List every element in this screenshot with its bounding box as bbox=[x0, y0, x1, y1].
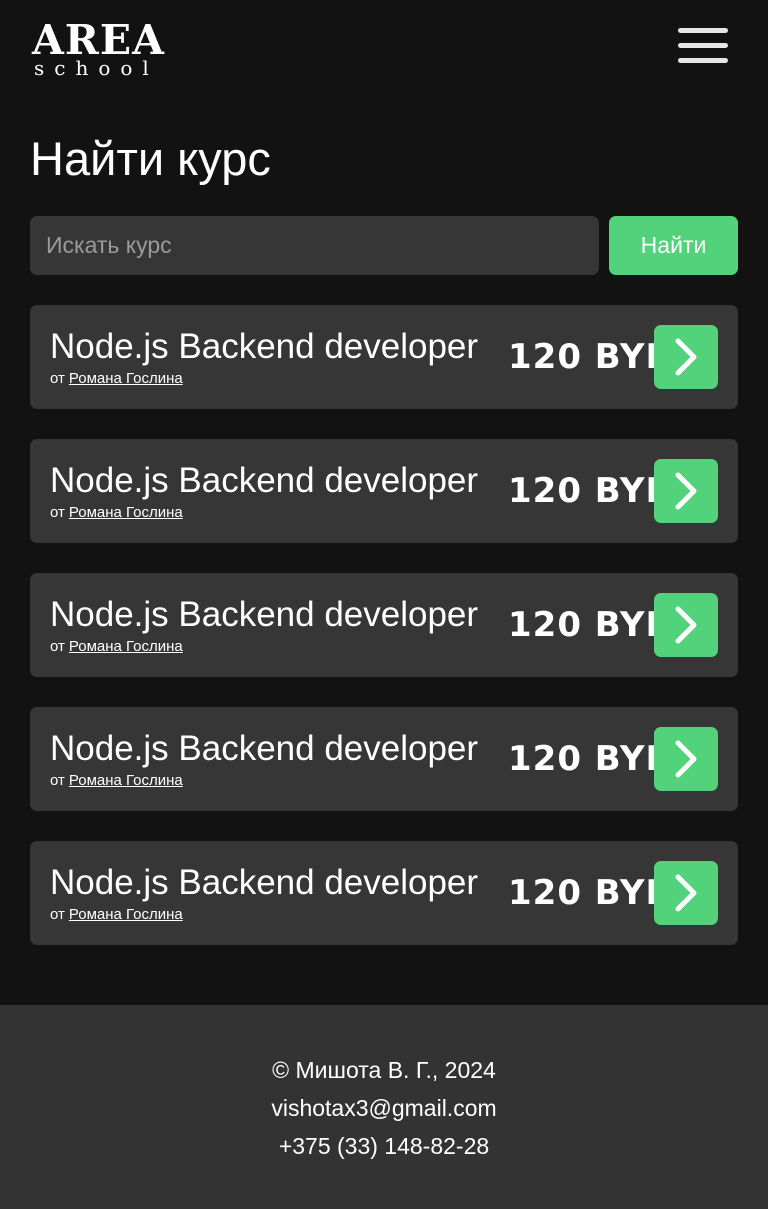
chevron-right-icon bbox=[675, 338, 697, 376]
course-card[interactable]: Node.js Backend developer от Романа Госли… bbox=[30, 439, 738, 543]
course-price: 120 BYN bbox=[508, 739, 675, 779]
course-price: 120 BYN bbox=[508, 471, 675, 511]
chevron-right-icon bbox=[675, 472, 697, 510]
footer-phone[interactable]: +375 (33) 148-82-28 bbox=[0, 1131, 768, 1161]
course-author-prefix: от bbox=[50, 906, 65, 923]
course-card[interactable]: Node.js Backend developer от Романа Госли… bbox=[30, 841, 738, 945]
logo[interactable]: AREA school bbox=[32, 16, 165, 80]
course-author-prefix: от bbox=[50, 370, 65, 387]
footer-email[interactable]: vishotax3@gmail.com bbox=[0, 1093, 768, 1123]
course-card[interactable]: Node.js Backend developer от Романа Госли… bbox=[30, 707, 738, 811]
course-author-link[interactable]: Романа Гослина bbox=[69, 772, 183, 789]
logo-sub-text: school bbox=[34, 56, 159, 80]
course-open-button[interactable] bbox=[654, 593, 718, 657]
logo-main-text: AREA bbox=[32, 16, 165, 64]
course-author: от Романа Гослина bbox=[50, 772, 183, 790]
menu-bar bbox=[678, 28, 728, 33]
course-author-link[interactable]: Романа Гослина bbox=[69, 504, 183, 521]
course-card[interactable]: Node.js Backend developer от Романа Госли… bbox=[30, 305, 738, 409]
course-author-prefix: от bbox=[50, 772, 65, 789]
page-title: Найти курс bbox=[30, 132, 271, 185]
course-author-prefix: от bbox=[50, 504, 65, 521]
course-list: Node.js Backend developer от Романа Госли… bbox=[30, 305, 738, 975]
course-author-link[interactable]: Романа Гослина bbox=[69, 638, 183, 655]
menu-bar bbox=[678, 58, 728, 63]
chevron-right-icon bbox=[675, 874, 697, 912]
course-title: Node.js Backend developer bbox=[50, 327, 479, 366]
course-title: Node.js Backend developer bbox=[50, 729, 479, 768]
course-title: Node.js Backend developer bbox=[50, 461, 479, 500]
course-author: от Романа Гослина bbox=[50, 504, 183, 522]
course-open-button[interactable] bbox=[654, 727, 718, 791]
course-price: 120 BYN bbox=[508, 605, 675, 645]
header: AREA school bbox=[0, 0, 768, 100]
search-input[interactable] bbox=[30, 216, 599, 275]
course-author-link[interactable]: Романа Гослина bbox=[69, 906, 183, 923]
course-author: от Романа Гослина bbox=[50, 638, 183, 656]
course-title: Node.js Backend developer bbox=[50, 595, 479, 634]
footer: © Мишота В. Г., 2024 vishotax3@gmail.com… bbox=[0, 1005, 768, 1209]
course-price: 120 BYN bbox=[508, 337, 675, 377]
course-author: от Романа Гослина bbox=[50, 906, 183, 924]
footer-copyright: © Мишота В. Г., 2024 bbox=[272, 1057, 496, 1083]
course-open-button[interactable] bbox=[654, 861, 718, 925]
course-price: 120 BYN bbox=[508, 873, 675, 913]
course-author: от Романа Гослина bbox=[50, 370, 183, 388]
course-author-prefix: от bbox=[50, 638, 65, 655]
hamburger-menu-icon[interactable] bbox=[676, 26, 730, 68]
course-open-button[interactable] bbox=[654, 459, 718, 523]
course-card[interactable]: Node.js Backend developer от Романа Госли… bbox=[30, 573, 738, 677]
search-button[interactable]: Найти bbox=[609, 216, 738, 275]
chevron-right-icon bbox=[675, 740, 697, 778]
course-author-link[interactable]: Романа Гослина bbox=[69, 370, 183, 387]
chevron-right-icon bbox=[675, 606, 697, 644]
course-title: Node.js Backend developer bbox=[50, 863, 479, 902]
menu-bar bbox=[678, 43, 728, 48]
course-open-button[interactable] bbox=[654, 325, 718, 389]
